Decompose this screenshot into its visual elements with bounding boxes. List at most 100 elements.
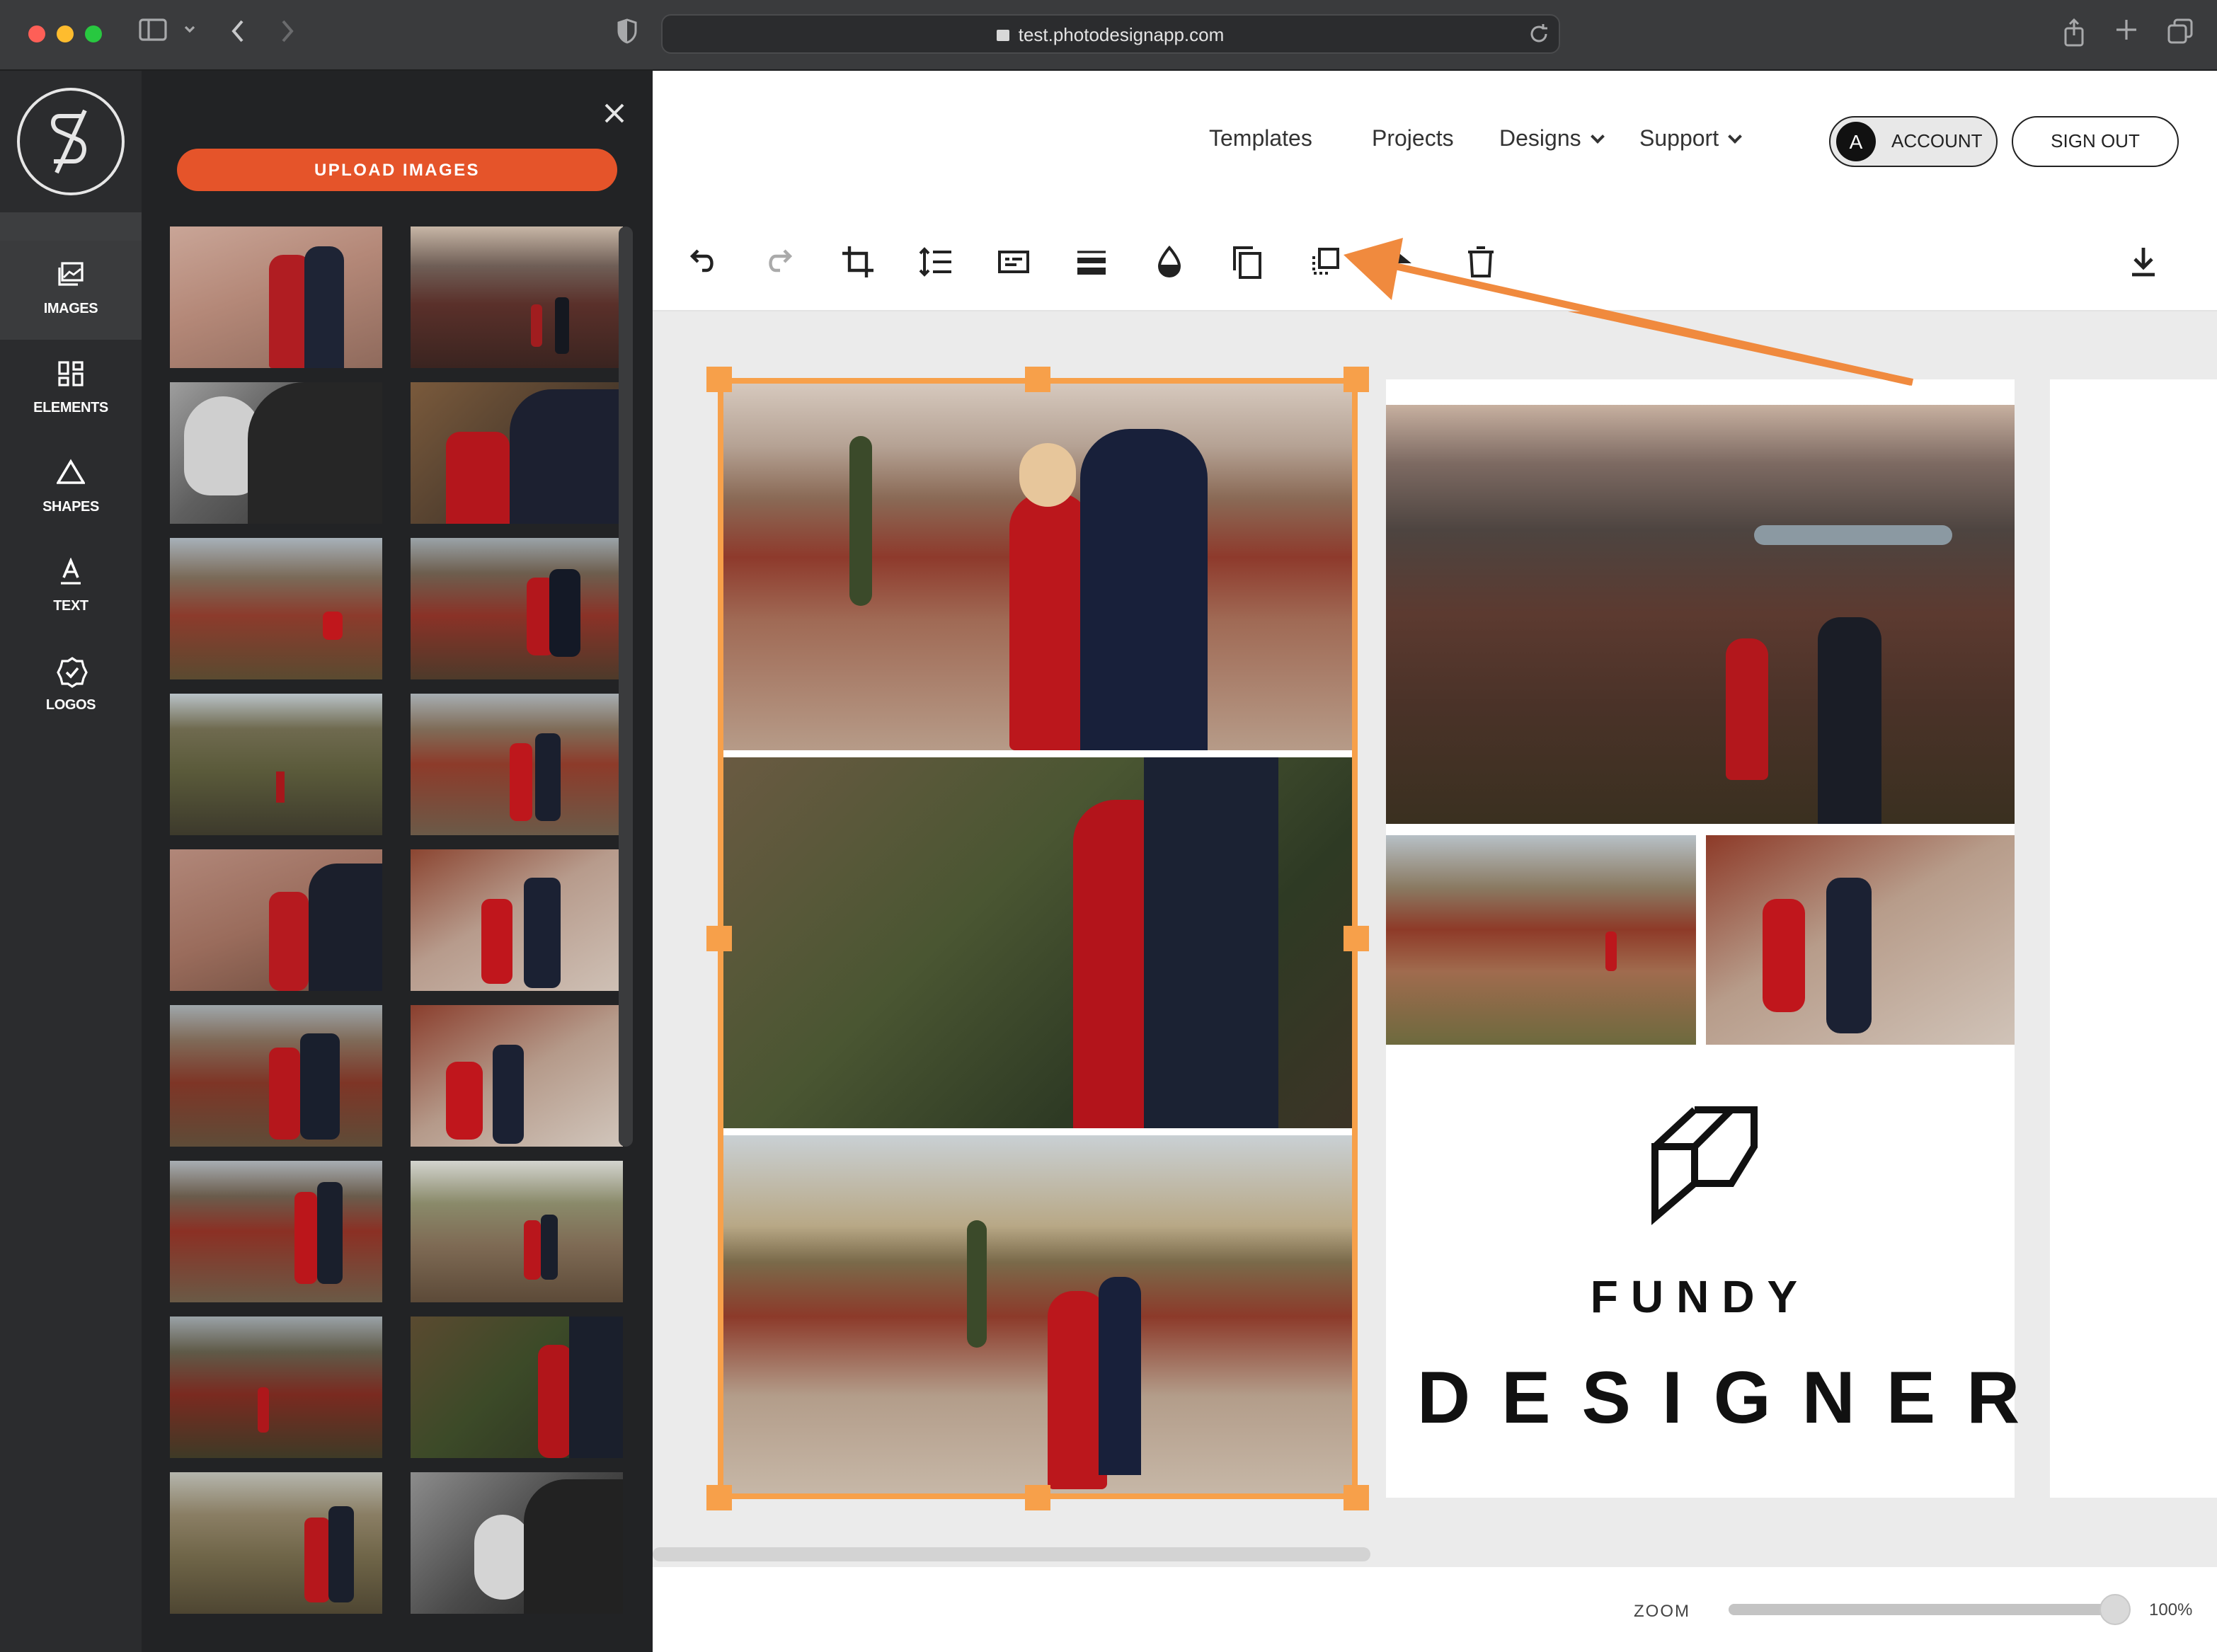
image-thumbnail[interactable] <box>411 1161 623 1302</box>
zoom-label: ZOOM <box>1634 1601 1690 1621</box>
text-icon <box>57 557 85 586</box>
arrange-icon[interactable] <box>1307 243 1344 280</box>
image-thumbnail[interactable] <box>170 1161 382 1302</box>
resize-handle[interactable] <box>1025 1485 1050 1510</box>
resize-handle[interactable] <box>706 1485 732 1510</box>
sidebar-item-text[interactable]: TEXT <box>0 538 142 637</box>
sidebar-item-label: LOGOS <box>45 698 96 713</box>
close-icon[interactable] <box>597 99 631 133</box>
back-icon[interactable] <box>229 18 246 54</box>
new-tab-icon[interactable] <box>2115 18 2138 51</box>
image-thumbnail[interactable] <box>411 849 623 991</box>
image-thumbnail[interactable] <box>170 382 382 524</box>
resize-handle[interactable] <box>706 926 732 951</box>
logos-icon <box>57 657 88 688</box>
sidebar-item-label: IMAGES <box>43 302 98 317</box>
upload-images-button[interactable]: UPLOAD IMAGES <box>177 149 617 191</box>
image-thumbnail[interactable] <box>411 1005 623 1147</box>
forward-icon[interactable] <box>279 18 296 54</box>
minimize-window-button[interactable] <box>57 25 74 42</box>
flip-icon[interactable] <box>1385 243 1421 280</box>
sidebar-item-images[interactable]: IMAGES <box>0 241 142 340</box>
chevron-down-icon <box>1590 130 1605 144</box>
image-thumbnail[interactable] <box>411 1317 623 1458</box>
download-icon[interactable] <box>2125 243 2162 280</box>
crop-icon[interactable] <box>840 243 876 280</box>
brand-name-line1[interactable]: FUNDY <box>1386 1271 2015 1324</box>
zoom-value: 100% <box>2149 1600 2193 1619</box>
nav-support-label: Support <box>1639 127 1719 151</box>
image-thumbnail[interactable] <box>170 694 382 835</box>
image-thumbnail[interactable] <box>411 226 623 368</box>
sign-out-button[interactable]: SIGN OUT <box>2012 116 2179 167</box>
nav-designs-label: Designs <box>1499 127 1581 151</box>
image-thumbnail[interactable] <box>170 849 382 991</box>
resize-handle[interactable] <box>1344 926 1369 951</box>
sidebar-item-logos[interactable]: LOGOS <box>0 637 142 736</box>
next-page[interactable] <box>2050 379 2217 1498</box>
tab-overview-icon[interactable] <box>2167 18 2193 54</box>
duplicate-icon[interactable] <box>1229 243 1266 280</box>
sidebar-item-elements[interactable]: ELEMENTS <box>0 340 142 439</box>
privacy-shield-icon[interactable] <box>617 18 637 54</box>
nav-templates[interactable]: Templates <box>1209 127 1312 153</box>
image-library-panel: UPLOAD IMAGES <box>142 71 653 1652</box>
image-thumbnail[interactable] <box>170 1005 382 1147</box>
image-thumbnail[interactable] <box>411 694 623 835</box>
zoom-bar: ZOOM 100% <box>653 1567 2217 1652</box>
delete-icon[interactable] <box>1462 243 1499 280</box>
sidebar-item-shapes[interactable]: SHAPES <box>0 439 142 538</box>
layout-lines-icon[interactable] <box>1073 243 1110 280</box>
reload-icon[interactable] <box>1528 23 1550 52</box>
sidebar-item-label: ELEMENTS <box>33 401 108 416</box>
image-thumbnail[interactable] <box>170 1472 382 1614</box>
fill-color-icon[interactable] <box>1151 243 1188 280</box>
image-thumbnail[interactable] <box>170 1317 382 1458</box>
image-thumbnail[interactable] <box>411 538 623 679</box>
resize-handle[interactable] <box>706 367 732 392</box>
nav-support[interactable]: Support <box>1639 127 1742 153</box>
share-icon[interactable] <box>2063 18 2085 57</box>
resize-handle[interactable] <box>1025 367 1050 392</box>
account-button[interactable]: A ACCOUNT <box>1829 116 1998 167</box>
close-window-button[interactable] <box>28 25 45 42</box>
sidebar-item-label: SHAPES <box>42 500 99 515</box>
resize-handle[interactable] <box>1344 367 1369 392</box>
zoom-slider-knob[interactable] <box>2099 1594 2131 1625</box>
address-bar[interactable]: test.photodesignapp.com <box>661 14 1560 54</box>
app-logo[interactable] <box>17 88 125 195</box>
browser-toolbar: test.photodesignapp.com <box>0 0 2217 71</box>
right-page[interactable]: FUNDY DESIGNER <box>1386 379 2020 1498</box>
images-icon <box>57 260 85 289</box>
chevron-down-icon <box>1728 130 1742 144</box>
zoom-slider[interactable] <box>1729 1594 2131 1625</box>
undo-icon[interactable] <box>684 243 721 280</box>
line-spacing-icon[interactable] <box>917 243 954 280</box>
image-thumbnail[interactable] <box>411 382 623 524</box>
image-thumbnail[interactable] <box>411 1472 623 1614</box>
sidebar-toggle-icon[interactable] <box>139 18 167 51</box>
panel-scrollbar[interactable] <box>619 226 633 1147</box>
maximize-window-button[interactable] <box>85 25 102 42</box>
left-page[interactable] <box>706 367 1369 1510</box>
lock-icon <box>997 30 1010 41</box>
editor-main: Templates Projects Designs Support A ACC… <box>653 71 2217 1652</box>
design-canvas[interactable]: FUNDY DESIGNER <box>653 311 2217 1571</box>
elements-icon <box>57 360 85 388</box>
nav-projects[interactable]: Projects <box>1372 127 1454 153</box>
resize-handle[interactable] <box>1344 1485 1369 1510</box>
url-text: test.photodesignapp.com <box>1018 24 1225 45</box>
rail-divider <box>0 212 142 241</box>
caption-icon[interactable] <box>995 243 1032 280</box>
photo-frame-hero[interactable] <box>1386 405 2015 824</box>
chevron-down-icon[interactable] <box>183 18 197 51</box>
image-thumbnail[interactable] <box>170 538 382 679</box>
photo-frame-small-left[interactable] <box>1386 835 1696 1045</box>
shapes-icon <box>55 459 86 487</box>
redo-icon[interactable] <box>762 243 798 280</box>
photo-frame-small-right[interactable] <box>1706 835 2015 1045</box>
brand-name-line2[interactable]: DESIGNER <box>1386 1356 2020 1441</box>
image-thumbnail[interactable] <box>170 226 382 368</box>
nav-designs[interactable]: Designs <box>1499 127 1605 153</box>
canvas-scrollbar[interactable] <box>653 1547 1370 1561</box>
